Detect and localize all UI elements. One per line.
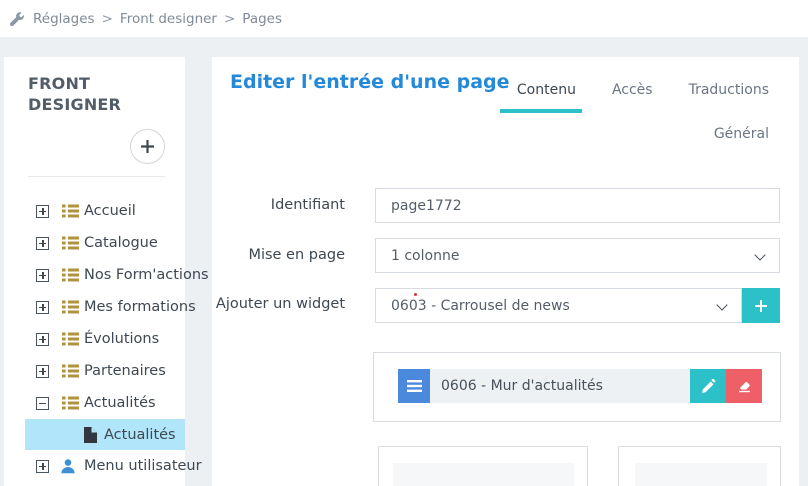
list-icon	[62, 332, 79, 346]
tab-bar: Contenu Accès Traductions	[517, 81, 769, 99]
page-title: Editer l'entrée d'une page	[230, 71, 510, 93]
sidebar-item-accueil[interactable]: Accueil	[4, 195, 185, 227]
list-icon	[62, 204, 79, 218]
plus-icon	[755, 300, 767, 312]
list-icon	[62, 268, 79, 282]
widget-placeholder-left	[378, 446, 588, 486]
person-icon	[60, 458, 76, 474]
wrench-icon	[10, 12, 24, 26]
ajouter-widget-label: Ajouter un widget	[212, 288, 375, 315]
widget-list-container: 0606 - Mur d'actualités	[373, 352, 781, 422]
chevron-down-icon	[754, 249, 765, 260]
pencil-icon	[701, 379, 716, 394]
sidebar-item-catalogue[interactable]: Catalogue	[4, 227, 185, 259]
tree-item-label: Évolutions	[84, 331, 159, 347]
widget-row: 0606 - Mur d'actualités	[398, 369, 762, 403]
breadcrumb-pages[interactable]: Pages	[242, 11, 282, 27]
tree-item-label: Actualités	[84, 395, 156, 411]
breadcrumb-reglages[interactable]: Réglages	[33, 11, 95, 27]
mise-en-page-label: Mise en page	[212, 245, 375, 266]
sidebar-item-evolutions[interactable]: Évolutions	[4, 323, 185, 355]
widget-placeholder-content	[393, 463, 574, 486]
list-icon	[62, 300, 79, 314]
chevron-down-icon	[716, 299, 727, 310]
page-tree: Accueil Catalogue Nos Form'actions	[4, 195, 185, 482]
form-row-ajouter-widget: Ajouter un widget 0603 - Carrousel de ne…	[212, 288, 780, 323]
sidebar-title: FRONT DESIGNER	[28, 73, 138, 115]
tree-item-label: Partenaires	[84, 363, 166, 379]
breadcrumb-bar: Réglages > Front designer > Pages	[0, 0, 808, 37]
hamburger-icon	[407, 380, 422, 392]
add-page-button[interactable]	[130, 129, 165, 164]
widget-label-text: 0606 - Mur d'actualités	[441, 378, 603, 394]
mise-en-page-value: 1 colonne	[391, 248, 459, 264]
widget-placeholder-right	[618, 446, 781, 486]
sidebar-item-actualites-page-selected[interactable]: Actualités	[25, 419, 185, 450]
tree-item-label: Nos Form'actions	[84, 267, 209, 283]
list-icon	[62, 236, 79, 250]
list-icon	[62, 364, 79, 378]
eraser-icon	[737, 379, 752, 394]
form-row-identifiant: Identifiant page1772	[212, 188, 780, 223]
add-widget-button[interactable]	[742, 288, 780, 323]
tab-traductions[interactable]: Traductions	[689, 81, 769, 99]
sidebar-item-partenaires[interactable]: Partenaires	[4, 355, 185, 387]
breadcrumb: Réglages > Front designer > Pages	[10, 0, 282, 37]
sidebar-item-nos-formactions[interactable]: Nos Form'actions	[4, 259, 185, 291]
expand-plus-icon[interactable]	[36, 237, 49, 250]
app-screen: Réglages > Front designer > Pages FRONT …	[0, 0, 808, 486]
expand-plus-icon[interactable]	[36, 460, 49, 473]
breadcrumb-separator: >	[102, 11, 113, 27]
expand-plus-icon[interactable]	[36, 333, 49, 346]
identifiant-label: Identifiant	[212, 195, 375, 216]
ajouter-widget-select[interactable]: 0603 - Carrousel de news	[375, 288, 742, 323]
widget-label: 0606 - Mur d'actualités	[430, 369, 690, 403]
tree-item-label: Actualités	[104, 427, 176, 443]
breadcrumb-front-designer[interactable]: Front designer	[120, 11, 217, 27]
expand-plus-icon[interactable]	[36, 269, 49, 282]
sidebar: FRONT DESIGNER Accueil Catalogue	[4, 57, 185, 486]
tree-item-label: Accueil	[84, 203, 136, 219]
expand-plus-icon[interactable]	[36, 205, 49, 218]
tree-item-label: Menu utilisateur	[84, 458, 202, 474]
plus-icon	[141, 140, 154, 153]
collapse-minus-icon[interactable]	[36, 397, 49, 410]
main-panel: Editer l'entrée d'une page Contenu Accès…	[212, 57, 799, 486]
expand-plus-icon[interactable]	[36, 365, 49, 378]
sidebar-divider	[28, 176, 165, 177]
identifiant-value: page1772	[391, 198, 462, 214]
delete-widget-button[interactable]	[726, 369, 762, 403]
sidebar-item-menu-utilisateur[interactable]: Menu utilisateur	[4, 450, 185, 482]
widget-placeholder-content	[635, 463, 767, 486]
drag-handle[interactable]	[398, 369, 430, 403]
tab-acces[interactable]: Accès	[612, 81, 653, 99]
edit-widget-button[interactable]	[690, 369, 726, 403]
mise-en-page-select[interactable]: 1 colonne	[375, 238, 780, 273]
sidebar-item-actualites[interactable]: Actualités	[4, 387, 185, 419]
list-icon	[62, 396, 79, 410]
sidebar-item-mes-formations[interactable]: Mes formations	[4, 291, 185, 323]
tab-general[interactable]: Général	[714, 125, 769, 143]
breadcrumb-separator: >	[224, 11, 235, 27]
expand-plus-icon[interactable]	[36, 301, 49, 314]
spellcheck-dot	[414, 293, 417, 296]
ajouter-widget-value: 0603 - Carrousel de news	[391, 298, 570, 314]
form-row-mise-en-page: Mise en page 1 colonne	[212, 238, 780, 273]
tree-item-label: Mes formations	[84, 299, 196, 315]
identifiant-input[interactable]: page1772	[375, 188, 780, 223]
file-icon	[84, 427, 97, 443]
tree-item-label: Catalogue	[84, 235, 158, 251]
tab-contenu[interactable]: Contenu	[517, 81, 576, 99]
